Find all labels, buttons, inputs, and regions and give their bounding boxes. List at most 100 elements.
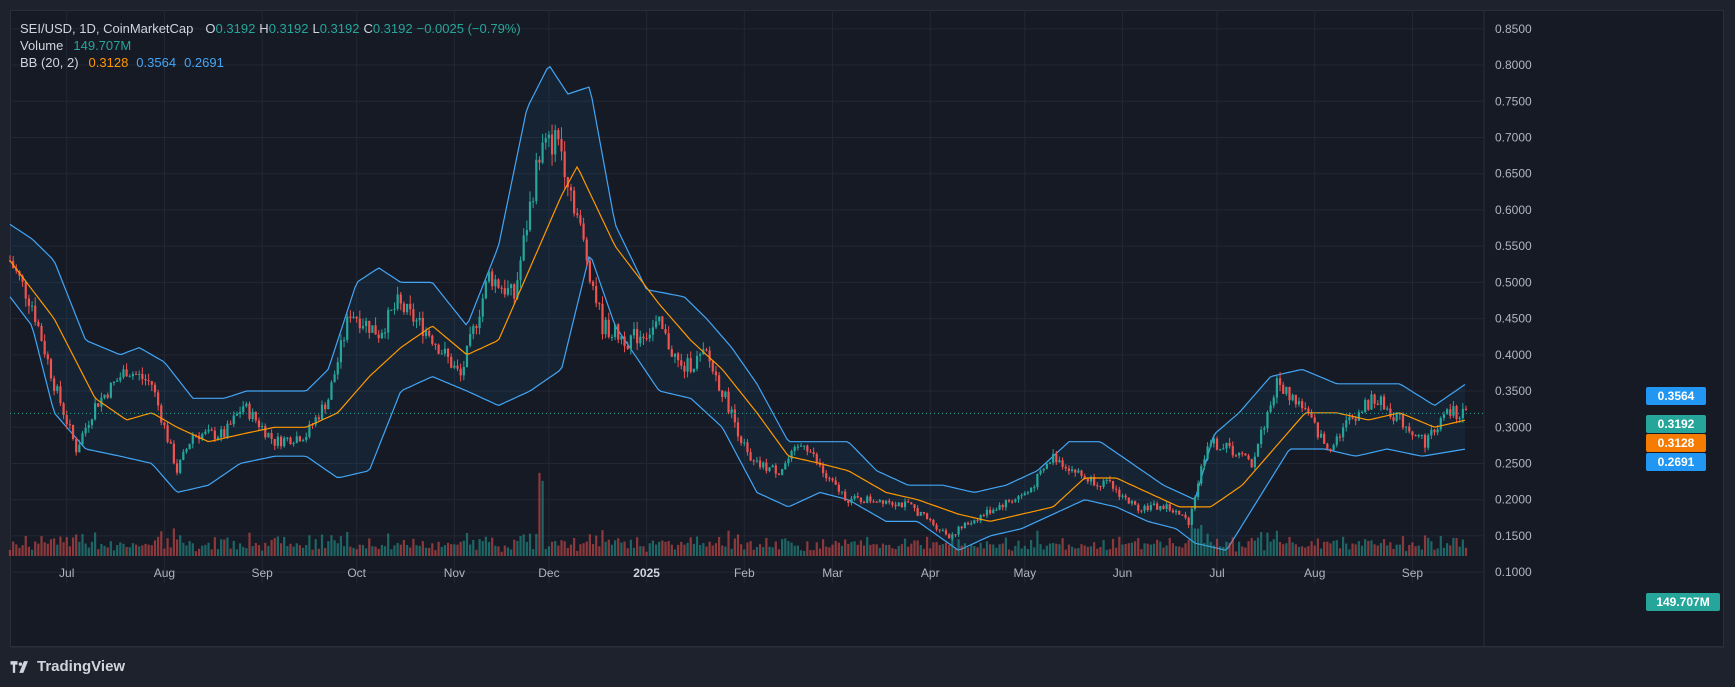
candle-body <box>1256 444 1260 457</box>
candle-body <box>1414 435 1417 437</box>
volume-bar <box>929 548 932 556</box>
candle-body <box>922 511 926 514</box>
volume-bar <box>1354 544 1357 556</box>
volume-bar <box>1137 538 1140 556</box>
volume-bar <box>361 544 365 556</box>
volume-bar <box>547 546 551 556</box>
volume-bar <box>324 548 327 556</box>
x-tick-label: Jul <box>59 566 74 580</box>
volume-bar <box>1370 540 1373 556</box>
volume-bar <box>1272 539 1275 556</box>
candle-body <box>1045 463 1048 469</box>
price-chart[interactable]: 0.8500 0.8000 0.7500 0.7000 0.6500 0.6000 0.55… <box>0 0 1735 687</box>
candle-body <box>138 373 141 375</box>
candle-body <box>405 303 409 313</box>
candle-body <box>604 319 607 335</box>
candle-body <box>1392 417 1395 421</box>
candle-body <box>1108 479 1111 482</box>
volume-bar <box>881 543 885 556</box>
x-tick-label: Aug <box>154 566 175 580</box>
volume-bar <box>963 543 967 556</box>
candle-body <box>683 365 686 372</box>
candle-body <box>1064 466 1067 469</box>
candle-body <box>639 336 642 344</box>
candle-body <box>365 320 368 327</box>
volume-bar <box>437 541 440 556</box>
candle-body <box>1275 378 1279 398</box>
candle-body <box>1111 481 1115 489</box>
volume-bar <box>866 536 869 556</box>
candle-body <box>919 511 922 516</box>
candle-body <box>1137 504 1140 511</box>
volume-bar <box>210 549 213 556</box>
volume-bar <box>393 545 396 556</box>
volume-bar <box>327 541 330 556</box>
volume-bar <box>897 545 900 556</box>
candle-body <box>380 332 383 339</box>
volume-bar <box>1130 542 1134 556</box>
volume-bar <box>919 544 922 556</box>
candle-body <box>944 530 948 535</box>
candle-body <box>68 424 71 426</box>
candle-body <box>850 498 853 504</box>
volume-bar <box>610 544 614 556</box>
volume-bar <box>966 547 970 556</box>
volume-bar <box>1001 543 1004 556</box>
candle-body <box>210 429 213 431</box>
volume-bar <box>34 541 37 556</box>
x-tick-label: 2025 <box>633 566 660 580</box>
candle-body <box>1086 478 1089 482</box>
candle-body <box>1174 510 1178 513</box>
volume-bar <box>629 539 632 556</box>
candle-body <box>1348 417 1351 421</box>
volume-bar <box>560 540 563 556</box>
volume-bar <box>878 547 881 556</box>
volume-bar <box>632 547 636 556</box>
volume-bar <box>1099 547 1102 556</box>
volume-bar <box>1111 538 1115 556</box>
candle-body <box>1143 505 1146 511</box>
candle-body <box>1316 422 1319 438</box>
candle-body <box>1197 483 1200 497</box>
candle-body <box>809 451 812 453</box>
candle-body <box>960 526 963 529</box>
candle-body <box>929 519 932 521</box>
volume-bar <box>462 540 465 556</box>
candle-body <box>828 478 831 480</box>
y-tick-label: 0.8500 <box>1495 22 1532 36</box>
tradingview-brand[interactable]: TradingView <box>10 658 125 675</box>
volume-bar <box>30 549 34 556</box>
candle-body <box>213 430 216 440</box>
candle-body <box>443 348 447 354</box>
candle-body <box>254 412 257 421</box>
volume-bar <box>661 540 664 556</box>
candle-body <box>46 354 49 360</box>
volume-bar <box>771 547 774 556</box>
candle-body <box>888 500 891 503</box>
candle-body <box>626 346 629 349</box>
volume-bar <box>238 543 242 556</box>
volume-bar <box>358 544 361 556</box>
volume-bar <box>1345 543 1348 556</box>
volume-bar <box>409 547 412 556</box>
volume-bar <box>642 546 645 556</box>
volume-bar <box>932 542 935 556</box>
volume-bar <box>1234 551 1238 556</box>
volume-bar <box>478 539 481 556</box>
candle-body <box>1464 408 1468 410</box>
volume-bar <box>1133 541 1137 556</box>
candle-body <box>78 444 81 453</box>
candle-body <box>1187 517 1190 525</box>
volume-bar <box>582 543 585 556</box>
x-tick-label: Feb <box>734 566 755 580</box>
candle-body <box>317 417 320 420</box>
volume-bar <box>970 544 973 556</box>
candle-body <box>1212 438 1215 444</box>
volume-bar <box>746 542 749 556</box>
candle-body <box>664 329 667 334</box>
candle-body <box>547 134 551 139</box>
candle-body <box>97 403 100 407</box>
volume-bar <box>834 540 837 556</box>
candle-body <box>131 373 135 377</box>
volume-bar <box>607 539 610 556</box>
